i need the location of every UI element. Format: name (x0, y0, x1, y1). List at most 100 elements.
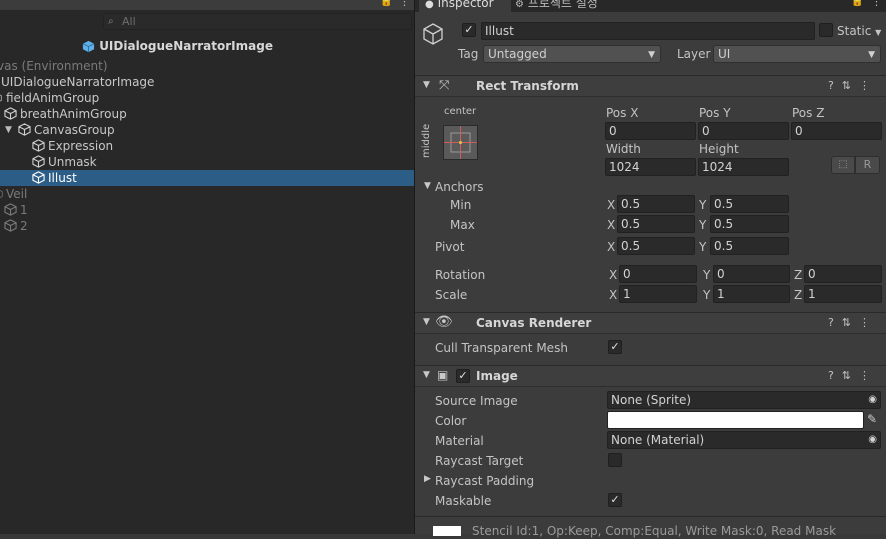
help-icon[interactable]: ? (828, 369, 842, 382)
raycast-padding-label: Raycast Padding (435, 474, 535, 488)
info-icon: ● (425, 0, 434, 10)
pos-y-field[interactable]: 0 (698, 122, 789, 140)
material-value: None (Material) (611, 433, 705, 447)
blueprint-mode-button[interactable]: ⬚ (831, 156, 855, 174)
component-header-icons: ?⇅⋮ (828, 79, 878, 92)
axis-y-label: Y (699, 240, 707, 254)
static-dropdown[interactable]: Static ▼ (837, 23, 881, 41)
tab-project-settings-label: 프로젝트 설정 (527, 0, 598, 10)
raycast-target-checkbox[interactable] (608, 453, 622, 467)
object-name-field[interactable]: Illust (481, 22, 815, 40)
preset-icon[interactable]: ⇅ (842, 369, 859, 382)
anchor-preset-button[interactable] (443, 125, 478, 160)
anchors-collapse-arrow-icon[interactable]: ▼ (424, 181, 431, 191)
help-icon[interactable]: ? (828, 316, 842, 329)
hierarchy-row[interactable]: ⬡ fieldAnimGroup (0, 90, 414, 106)
image-icon: ▣ (437, 368, 449, 382)
tag-dropdown[interactable]: Untagged ▼ (483, 45, 661, 63)
color-swatch[interactable] (607, 411, 864, 429)
cube-icon (32, 155, 45, 168)
hierarchy-row[interactable]: ▼ CanvasGroup (0, 122, 414, 138)
hierarchy-row[interactable]: 1 (0, 202, 414, 218)
width-field[interactable]: 1024 (605, 158, 696, 176)
pos-x-field[interactable]: 0 (605, 122, 696, 140)
max-y-field[interactable]: 0.5 (710, 215, 789, 233)
more-icon[interactable]: ⋮ (859, 369, 878, 382)
component-title: Image (476, 369, 518, 383)
eyedropper-icon[interactable]: ✎ (867, 412, 877, 426)
component-header-icons: ?⇅⋮ (828, 316, 878, 329)
min-y-field[interactable]: 0.5 (710, 195, 789, 213)
max-x-field[interactable]: 0.5 (617, 215, 695, 233)
collapse-arrow-icon[interactable]: ▼ (423, 317, 430, 327)
pivot-x-field[interactable]: 0.5 (617, 237, 695, 255)
hierarchy-row[interactable]: breathAnimGroup (0, 106, 414, 122)
hierarchy-row-label: CanvasGroup (34, 123, 115, 137)
axis-x-label: X (609, 288, 618, 302)
component-title: Rect Transform (476, 79, 579, 93)
scale-y-field[interactable]: 1 (713, 285, 790, 303)
axis-x-label: X (609, 268, 618, 282)
search-icon: ⌕ (108, 16, 114, 27)
rect-transform-header[interactable]: ▼ ⤧ Rect Transform ?⇅⋮ (415, 75, 886, 97)
hierarchy-row[interactable]: Expression (0, 138, 414, 154)
preset-icon[interactable]: ⇅ (842, 79, 859, 92)
stencil-info-text: Stencil Id:1, Op:Keep, Comp:Equal, Write… (472, 524, 837, 538)
cube-icon (32, 171, 45, 184)
expand-arrow-icon[interactable]: ▶ (424, 474, 431, 484)
hierarchy-search-input[interactable]: ⌕ All (103, 13, 412, 30)
tab-inspector-label: Inspector (437, 0, 494, 10)
hierarchy-row[interactable]: ⬡ Veil (0, 186, 414, 202)
preset-icon[interactable]: ⇅ (842, 316, 859, 329)
material-field[interactable]: None (Material) ◉ (607, 431, 881, 449)
scale-x-field[interactable]: 1 (619, 285, 697, 303)
divider (415, 516, 886, 517)
pos-z-field[interactable]: 0 (791, 122, 882, 140)
active-checkbox[interactable]: ✓ (462, 23, 476, 37)
object-picker-icon[interactable]: ◉ (868, 432, 877, 448)
help-icon[interactable]: ? (828, 79, 842, 92)
hierarchy-row-label: fieldAnimGroup (6, 91, 100, 105)
chevron-down-icon: ▼ (868, 50, 875, 60)
hierarchy-row[interactable]: vas (Environment) (0, 58, 414, 74)
static-checkbox[interactable] (819, 23, 833, 37)
anchor-preset-icon (444, 126, 477, 159)
tab-inspector[interactable]: ● Inspector (419, 0, 511, 12)
image-component-header[interactable]: ▼ ▣ ✓ Image ?⇅⋮ (415, 365, 886, 387)
collapse-arrow-icon[interactable]: ▼ (423, 80, 430, 90)
rotation-x-field[interactable]: 0 (619, 265, 697, 283)
hierarchy-row[interactable]: UIDialogueNarratorImage (0, 74, 414, 90)
tab-project-settings[interactable]: ⚙ 프로젝트 설정 (515, 0, 598, 12)
gameobject-cube-icon (423, 23, 443, 45)
rotation-label: Rotation (435, 268, 486, 282)
source-image-field[interactable]: None (Sprite) ◉ (607, 391, 881, 409)
material-label: Material (435, 434, 484, 448)
collapse-arrow-icon[interactable]: ▼ (423, 370, 430, 380)
more-icon[interactable]: ⋮ (871, 0, 882, 8)
maskable-checkbox[interactable]: ✓ (608, 493, 622, 507)
hierarchy-row[interactable]: 2 (0, 218, 414, 234)
more-icon[interactable]: ⋮ (859, 79, 878, 92)
cull-transparent-mesh-checkbox[interactable]: ✓ (608, 340, 622, 354)
hierarchy-row-selected[interactable]: Illust (0, 170, 414, 186)
height-field[interactable]: 1024 (698, 158, 789, 176)
lock-icon[interactable]: 🔒 (851, 0, 863, 7)
scale-z-field[interactable]: 1 (804, 285, 882, 303)
raw-edit-button[interactable]: R (855, 156, 880, 174)
layer-dropdown[interactable]: UI ▼ (713, 45, 881, 63)
pos-y-label: Pos Y (699, 106, 731, 120)
canvas-renderer-header[interactable]: ▼ 👁 Canvas Renderer ?⇅⋮ (415, 312, 886, 334)
hierarchy-row[interactable]: Unmask (0, 154, 414, 170)
lock-icon[interactable]: 🔒 (380, 0, 392, 7)
rotation-z-field[interactable]: 0 (804, 265, 882, 283)
axis-x-label: X (607, 198, 616, 212)
min-x-field[interactable]: 0.5 (617, 195, 695, 213)
expand-arrow-icon[interactable]: ▼ (5, 122, 12, 138)
layer-value: UI (718, 47, 731, 61)
rotation-y-field[interactable]: 0 (713, 265, 790, 283)
pivot-y-field[interactable]: 0.5 (710, 237, 789, 255)
more-icon[interactable]: ⋮ (399, 0, 410, 8)
image-enabled-checkbox[interactable]: ✓ (456, 369, 470, 383)
more-icon[interactable]: ⋮ (859, 316, 878, 329)
object-picker-icon[interactable]: ◉ (868, 392, 877, 408)
